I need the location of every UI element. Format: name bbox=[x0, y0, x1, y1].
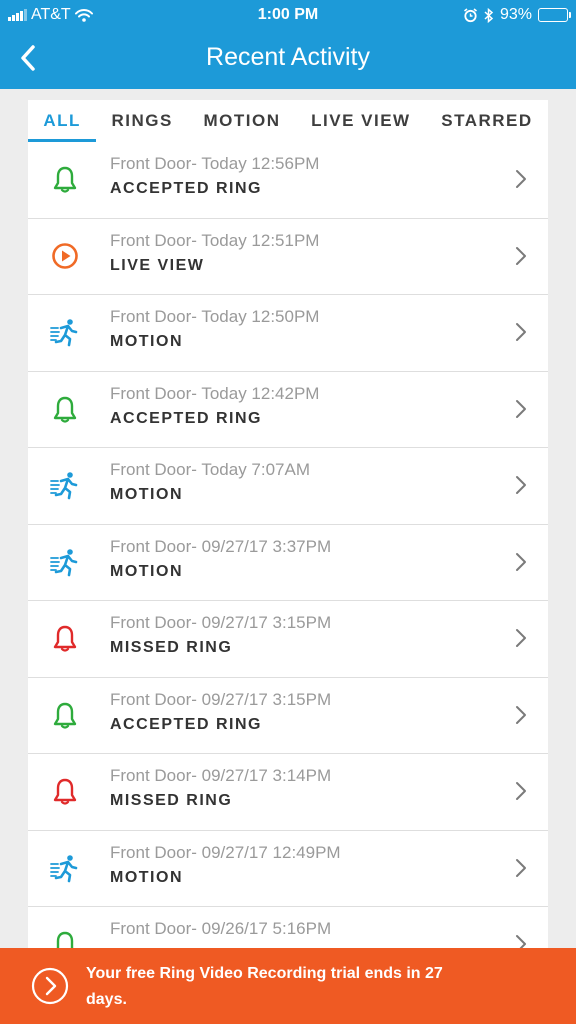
activity-row-ring-accepted[interactable]: Front Door- Today 12:42PM ACCEPTED RING bbox=[28, 371, 548, 448]
trial-banner[interactable]: Your free Ring Video Recording trial end… bbox=[0, 948, 576, 1024]
activity-source-time: Front Door- 09/27/17 3:37PM bbox=[110, 536, 332, 556]
activity-row-ring-missed[interactable]: Front Door- 09/27/17 3:15PM MISSED RING bbox=[28, 601, 548, 678]
bell-icon bbox=[50, 929, 80, 948]
activity-type-label: LIVE VIEW bbox=[110, 256, 205, 274]
activity-type-label: MISSED RING bbox=[110, 639, 233, 656]
motion-runner-icon bbox=[50, 470, 80, 500]
chevron-right-icon bbox=[514, 321, 528, 343]
motion-runner-icon bbox=[50, 853, 80, 883]
tab-live-view[interactable]: LIVE VIEW bbox=[296, 100, 426, 142]
chevron-right-icon bbox=[514, 551, 528, 573]
activity-source-time: Front Door- Today 12:50PM bbox=[110, 307, 320, 326]
activity-row-live-view[interactable]: Front Door- Today 12:51PM LIVE VIEW bbox=[28, 218, 548, 295]
activity-type-label: MISSED RING bbox=[110, 792, 233, 809]
activity-source-time: Front Door- Today 12:56PM bbox=[110, 154, 320, 173]
activity-type-label: ACCEPTED RING bbox=[110, 409, 262, 427]
activity-row-ring-accepted[interactable]: Front Door- Today 12:56PM ACCEPTED RING bbox=[28, 142, 548, 219]
circle-chevron-right-icon bbox=[31, 967, 69, 1005]
battery-percent: 93% bbox=[499, 6, 532, 23]
activity-type-label: ACCEPTED RING bbox=[110, 180, 262, 197]
battery-icon bbox=[538, 8, 571, 22]
activity-type-label: MOTION bbox=[110, 333, 183, 350]
chevron-right-icon bbox=[514, 933, 528, 948]
activity-type-label: MOTION bbox=[110, 868, 183, 886]
activity-list: Front Door- Today 12:56PM ACCEPTED RING Fr… bbox=[28, 142, 548, 948]
chevron-right-icon bbox=[514, 168, 528, 190]
chevron-right-icon bbox=[514, 398, 528, 420]
status-bar: AT&T 1:00 PM 93% bbox=[0, 0, 576, 30]
activity-row-motion[interactable]: Front Door- 09/27/17 3:37PM MOTION bbox=[28, 524, 548, 601]
activity-row-ring-accepted[interactable]: Front Door- 09/27/17 3:15PM ACCEPTED RING bbox=[28, 677, 548, 754]
bell-icon bbox=[50, 623, 80, 653]
activity-source-time: Front Door- Today 7:07AM bbox=[110, 460, 310, 479]
alarm-clock-icon bbox=[463, 7, 477, 22]
tab-motion[interactable]: MOTION bbox=[188, 100, 296, 142]
activity-type-label: MOTION bbox=[110, 562, 183, 580]
bell-icon bbox=[50, 164, 80, 194]
tab-all[interactable]: ALL bbox=[28, 100, 97, 142]
activity-source-time: Front Door- 09/27/17 3:15PM bbox=[110, 689, 332, 709]
chevron-right-icon bbox=[514, 857, 528, 879]
chevron-right-icon bbox=[514, 780, 528, 802]
status-right-group: 93% bbox=[463, 6, 571, 24]
activity-source-time: Front Door- Today 12:42PM bbox=[110, 383, 320, 403]
activity-row-ring-missed[interactable]: Front Door- 09/27/17 3:14PM MISSED RING bbox=[28, 754, 548, 831]
page-title: Recent Activity bbox=[206, 43, 370, 71]
bluetooth-icon bbox=[484, 7, 494, 23]
chevron-right-icon bbox=[514, 245, 528, 267]
activity-source-time: Front Door- 09/27/17 3:15PM bbox=[110, 613, 332, 632]
motion-runner-icon bbox=[50, 547, 80, 577]
chevron-right-icon bbox=[514, 474, 528, 496]
bell-icon bbox=[50, 700, 80, 730]
activity-source-time: Front Door- 09/26/17 5:16PM bbox=[110, 919, 332, 938]
activity-row-motion[interactable]: Front Door- Today 12:50PM MOTION bbox=[28, 295, 548, 372]
bell-icon bbox=[50, 776, 80, 806]
motion-runner-icon bbox=[50, 317, 80, 347]
activity-row-ring-accepted[interactable]: Front Door- 09/26/17 5:16PM bbox=[28, 907, 548, 948]
bell-icon bbox=[50, 394, 80, 424]
trial-banner-text: Your free Ring Video Recording trial end… bbox=[86, 965, 443, 1008]
activity-type-label: MOTION bbox=[110, 486, 183, 503]
activity-row-motion[interactable]: Front Door- Today 7:07AM MOTION bbox=[28, 448, 548, 525]
activity-source-time: Front Door- 09/27/17 3:14PM bbox=[110, 766, 332, 785]
chevron-right-icon bbox=[514, 627, 528, 649]
activity-source-time: Front Door- 09/27/17 12:49PM bbox=[110, 842, 341, 862]
play-icon bbox=[50, 241, 80, 271]
chevron-right-icon bbox=[514, 704, 528, 726]
activity-row-motion[interactable]: Front Door- 09/27/17 12:49PM MOTION bbox=[28, 830, 548, 907]
app-header: AT&T 1:00 PM 93% Recent Activity bbox=[0, 0, 576, 89]
activity-source-time: Front Door- Today 12:51PM bbox=[110, 230, 320, 250]
tab-starred[interactable]: STARRED bbox=[426, 100, 548, 142]
filter-tabs: ALL RINGS MOTION LIVE VIEW STARRED bbox=[28, 100, 548, 142]
activity-type-label: ACCEPTED RING bbox=[110, 715, 262, 733]
tab-rings[interactable]: RINGS bbox=[96, 100, 188, 142]
